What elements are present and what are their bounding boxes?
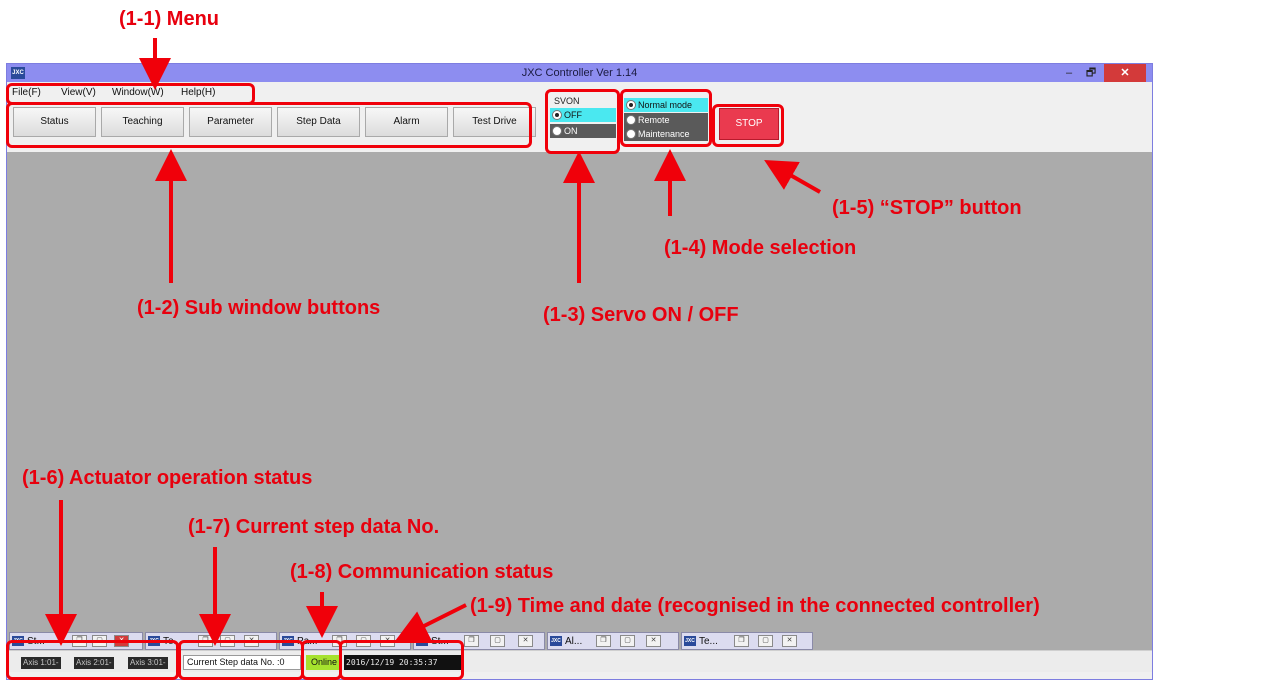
title-bar[interactable]: JXC JXC Controller Ver 1.14 – 🗗 ✕ bbox=[7, 64, 1152, 82]
workspace bbox=[7, 152, 1152, 628]
minimized-title: Te... bbox=[699, 636, 718, 647]
servo-highlight bbox=[545, 89, 620, 154]
maximize-icon[interactable]: ▢ bbox=[490, 635, 505, 647]
minimize-icon[interactable]: – bbox=[1060, 64, 1078, 82]
minimized-window[interactable]: JXC Te... ❐ ▢ ✕ bbox=[681, 632, 813, 650]
annotation-actuator: (1-6) Actuator operation status bbox=[22, 467, 313, 489]
restore-icon[interactable]: ❐ bbox=[734, 635, 749, 647]
app-window: JXC JXC Controller Ver 1.14 – 🗗 ✕ File(F… bbox=[6, 63, 1153, 680]
annotation-stop: (1-5) “STOP” button bbox=[832, 197, 1022, 219]
minimized-window[interactable]: JXC Al... ❐ ▢ ✕ bbox=[547, 632, 679, 650]
stop-highlight bbox=[712, 104, 784, 147]
close-icon[interactable]: ✕ bbox=[782, 635, 797, 647]
close-icon[interactable]: ✕ bbox=[1104, 64, 1146, 82]
close-icon[interactable]: ✕ bbox=[518, 635, 533, 647]
annotation-step: (1-7) Current step data No. bbox=[188, 516, 440, 538]
stage: JXC JXC Controller Ver 1.14 – 🗗 ✕ File(F… bbox=[0, 0, 1279, 680]
maximize-icon[interactable]: ▢ bbox=[620, 635, 635, 647]
minimized-title: Al... bbox=[565, 636, 583, 647]
sub-window-highlight bbox=[6, 102, 532, 148]
annotation-comm: (1-8) Communication status bbox=[290, 561, 554, 583]
app-icon: JXC bbox=[550, 636, 562, 646]
step-highlight bbox=[178, 640, 304, 680]
mode-highlight bbox=[620, 89, 712, 147]
annotation-time: (1-9) Time and date (recognised in the c… bbox=[470, 595, 1040, 617]
close-icon[interactable]: ✕ bbox=[646, 635, 661, 647]
annotation-menu: (1-1) Menu bbox=[119, 8, 219, 30]
annotation-sub-window: (1-2) Sub window buttons bbox=[137, 297, 381, 319]
comm-highlight bbox=[301, 640, 342, 680]
maximize-icon[interactable]: ▢ bbox=[758, 635, 773, 647]
restore-icon[interactable]: ❐ bbox=[464, 635, 479, 647]
annotation-servo: (1-3) Servo ON / OFF bbox=[543, 304, 739, 326]
window-title: JXC Controller Ver 1.14 bbox=[521, 67, 638, 79]
restore-icon[interactable]: ❐ bbox=[596, 635, 611, 647]
time-highlight bbox=[339, 640, 464, 680]
app-icon: JXC bbox=[684, 636, 696, 646]
actuator-highlight bbox=[6, 640, 179, 680]
restore-icon[interactable]: 🗗 bbox=[1082, 64, 1100, 82]
annotation-mode: (1-4) Mode selection bbox=[664, 237, 857, 259]
